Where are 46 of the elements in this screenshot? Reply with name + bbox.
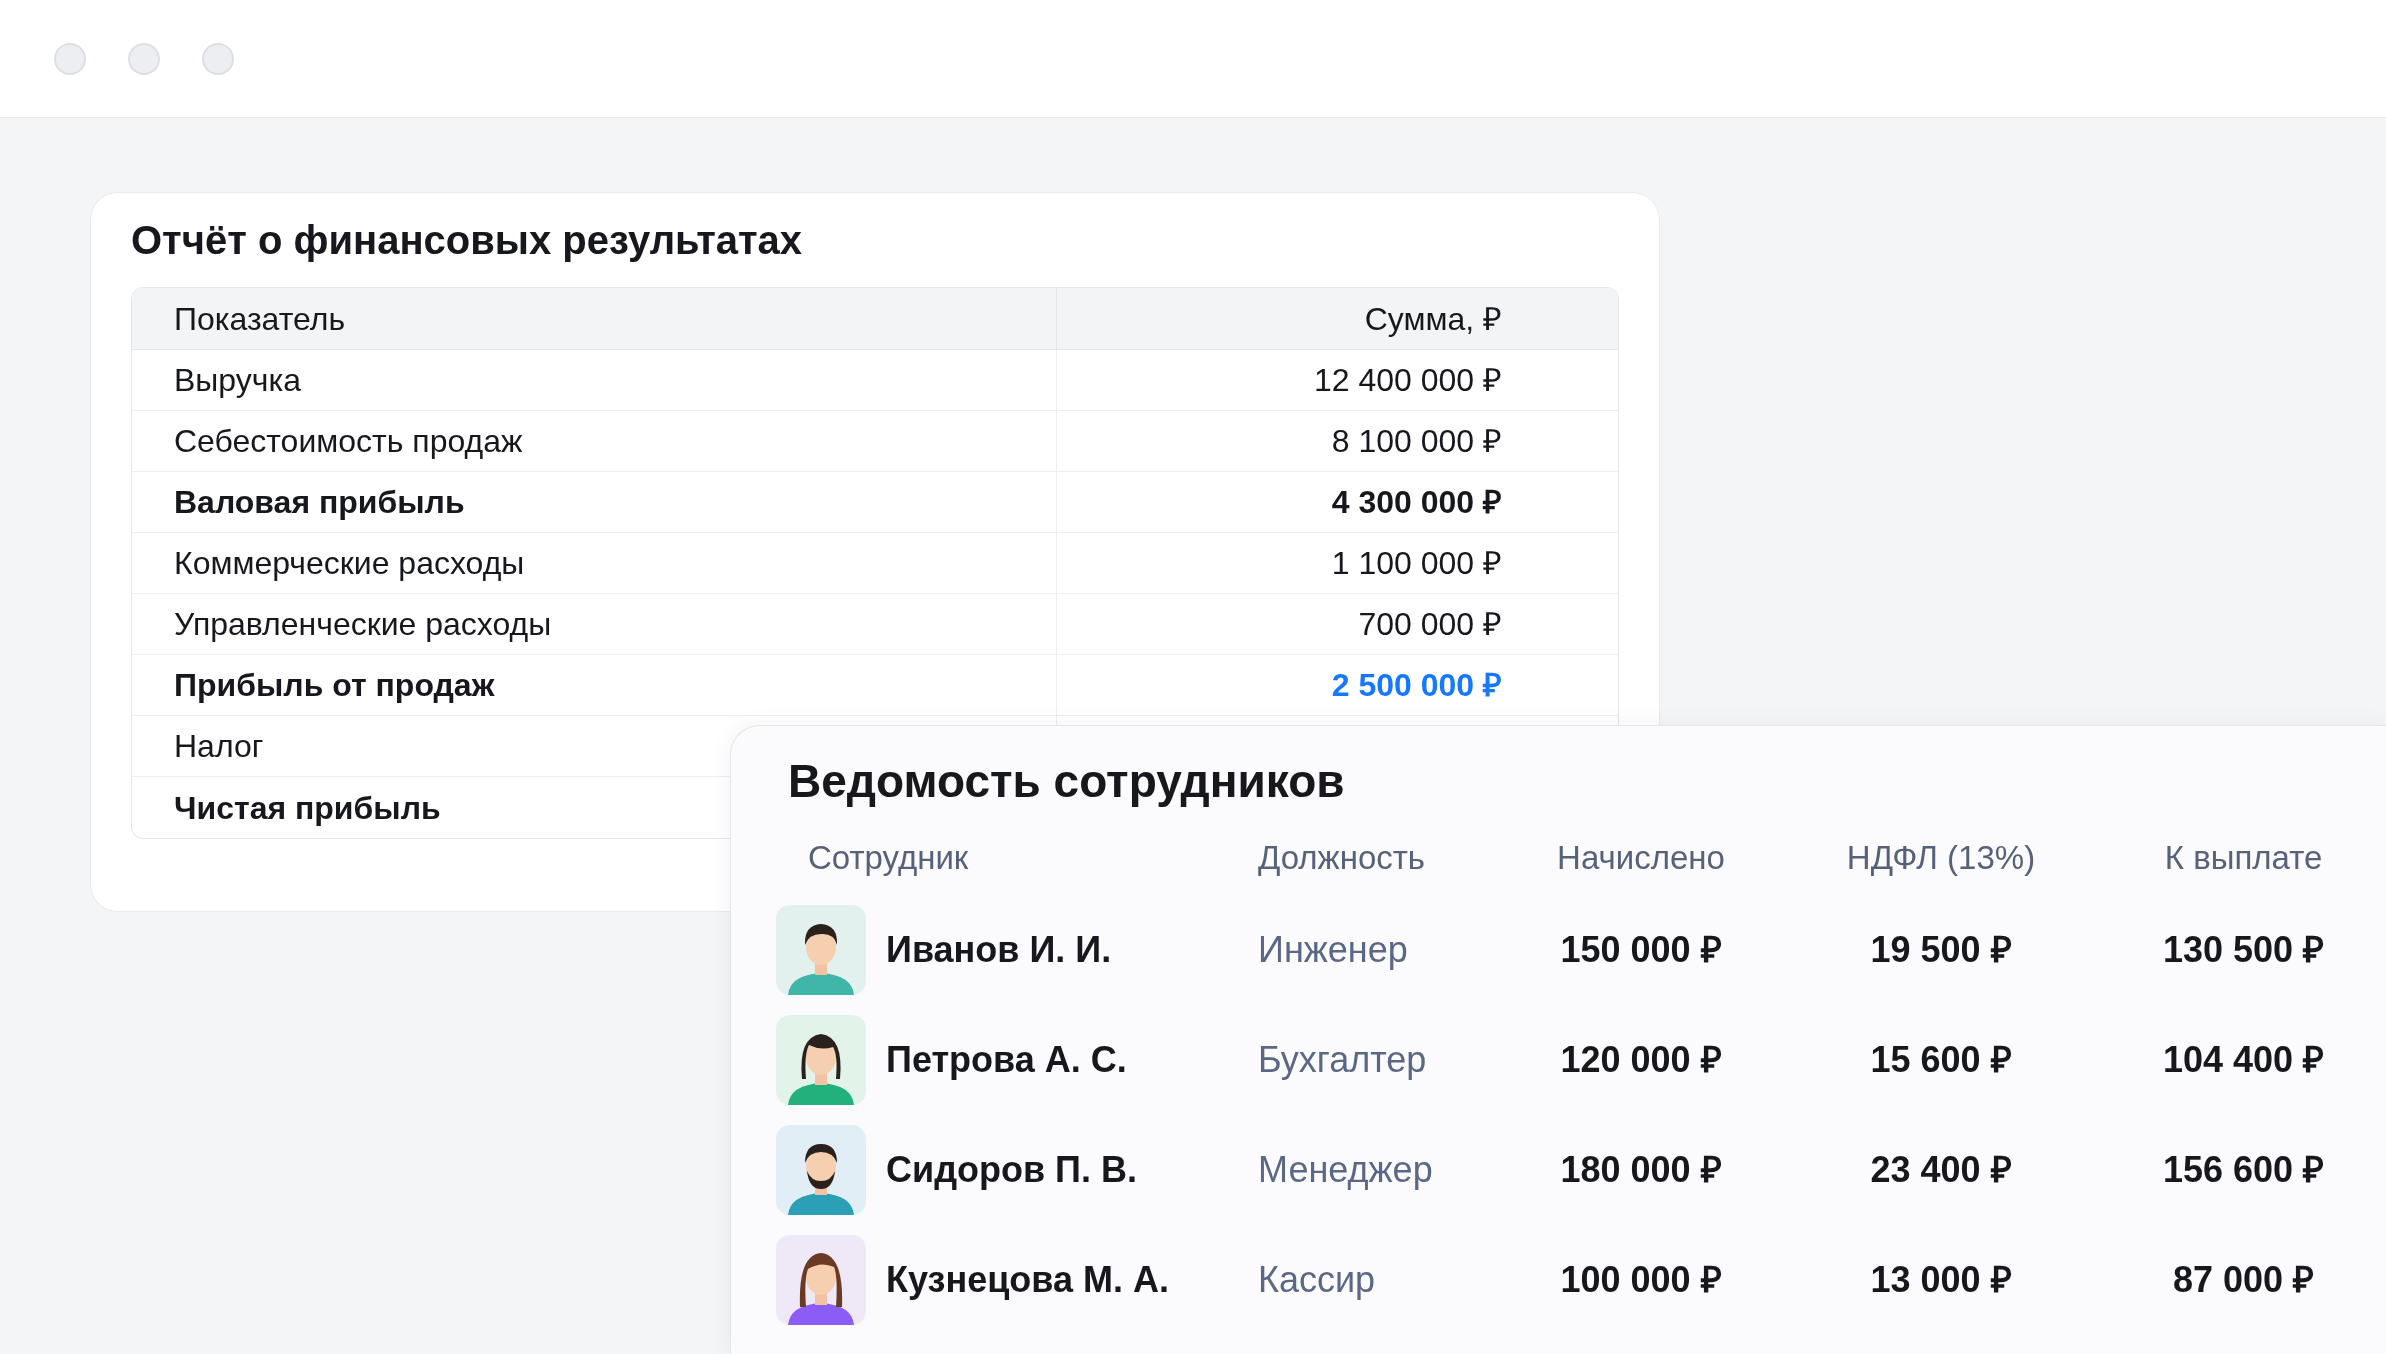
- payroll-title: Ведомость сотрудников: [787, 754, 1346, 809]
- table-cell-text: Валовая прибыль: [174, 483, 465, 522]
- table-cell-text: Бухгалтер: [1258, 1038, 1427, 1082]
- employee-name: Иванов И. И.: [886, 928, 1112, 972]
- table-cell-text: Чистая прибыль: [174, 788, 441, 828]
- window-control-button[interactable]: [54, 42, 86, 75]
- table-cell-text: 150 000 ₽: [1560, 928, 1722, 972]
- column-header: Начислено: [1557, 838, 1725, 879]
- column-header: Показатель: [132, 288, 1057, 349]
- table-cell-text: 4 300 000 ₽: [1331, 483, 1502, 522]
- table-cell-text: Инженер: [1258, 928, 1408, 972]
- column-header: Должность: [1258, 838, 1426, 879]
- table-cell-text: 180 000 ₽: [1560, 1148, 1722, 1192]
- table-cell-text: 19 500 ₽: [1870, 928, 2012, 972]
- table-cell-text: Прибыль от продаж: [174, 666, 495, 705]
- table-cell-text: Налог: [174, 727, 264, 766]
- table-cell-text: 8 100 000 ₽: [1331, 422, 1502, 461]
- report-title: Отчёт о финансовых результатах: [131, 217, 804, 264]
- employee-name: Кузнецова М. А.: [886, 1258, 1169, 1302]
- table-cell-text: 12 400 000 ₽: [1313, 361, 1502, 400]
- employee-name: Петрова А. С.: [886, 1038, 1127, 1082]
- table-cell-text: 700 000 ₽: [1358, 605, 1502, 644]
- table-cell-text: Выручка: [174, 361, 301, 400]
- table-cell-text: 100 000 ₽: [1560, 1258, 1722, 1302]
- table-cell-text: 156 600 ₽: [2162, 1148, 2325, 1192]
- table-cell-text: 87 000 ₽: [2172, 1258, 2315, 1302]
- table-cell-text: 15 600 ₽: [1870, 1038, 2012, 1082]
- column-header: Сотрудник: [807, 838, 969, 879]
- table-cell-text: 23 400 ₽: [1870, 1148, 2012, 1192]
- column-header: НДФЛ (13%): [1846, 838, 2036, 879]
- table-cell-text: Себестоимость продаж: [174, 422, 523, 461]
- table-cell-text: 104 400 ₽: [2162, 1038, 2325, 1082]
- table-cell-text: Менеджер: [1258, 1148, 1433, 1192]
- table-cell-text: Управленческие расходы: [174, 605, 552, 644]
- table-cell-text: 1 100 000 ₽: [1331, 544, 1502, 583]
- table-cell-text: Коммерческие расходы: [174, 544, 525, 583]
- window-control-button[interactable]: [202, 42, 234, 75]
- employee-name: Сидоров П. В.: [886, 1148, 1137, 1192]
- column-header: Сумма, ₽: [1363, 299, 1503, 339]
- column-header: К выплате: [2164, 838, 2323, 879]
- table-cell-text: Кассир: [1258, 1258, 1376, 1302]
- table-cell-text: 13 000 ₽: [1870, 1258, 2012, 1302]
- table-cell-text: 130 500 ₽: [2162, 928, 2325, 972]
- window-control-button[interactable]: [128, 42, 160, 75]
- table-cell-text: 120 000 ₽: [1560, 1038, 1722, 1082]
- table-cell-text: 2 500 000 ₽: [1331, 666, 1502, 705]
